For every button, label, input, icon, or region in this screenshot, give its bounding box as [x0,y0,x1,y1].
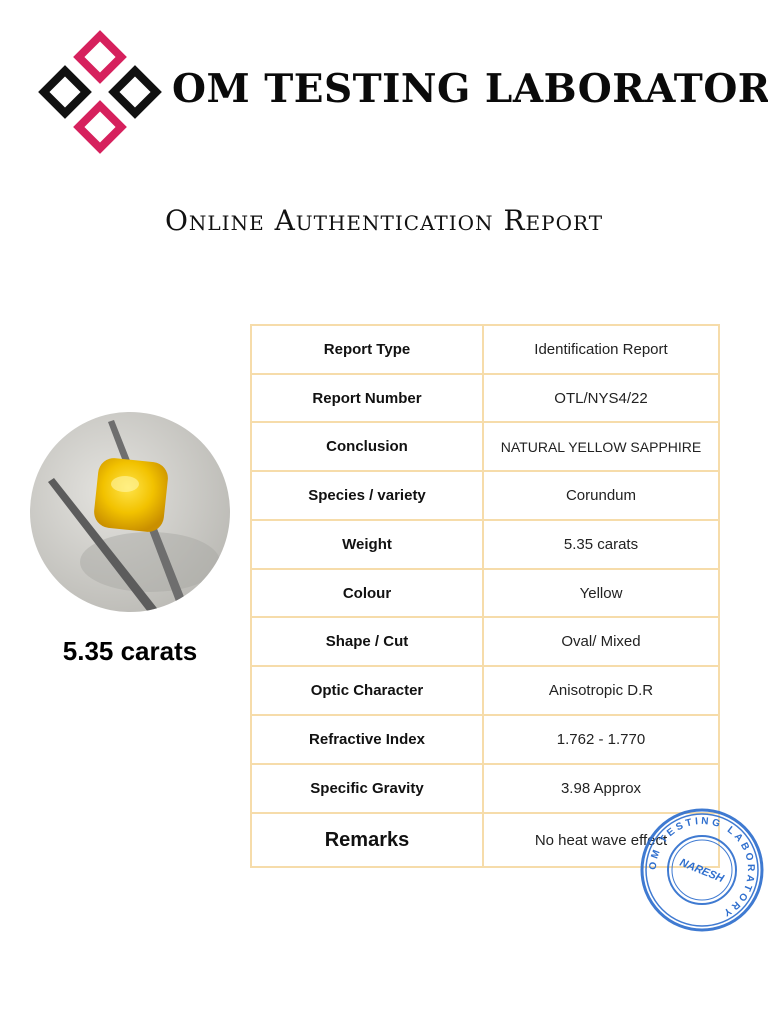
row-value: Identification Report [482,324,720,375]
report-table: Report Type Identification Report Report… [250,324,720,868]
row-label: Colour [250,568,484,618]
row-value: 3.98 Approx [482,763,720,814]
table-row: Species / variety Corundum [250,470,720,521]
table-row: Report Number OTL/NYS4/22 [250,373,720,423]
table-row: Refractive Index 1.762 - 1.770 [250,714,720,765]
table-row: Report Type Identification Report [250,324,720,375]
row-value: OTL/NYS4/22 [482,373,720,423]
row-value: Yellow [482,568,720,618]
row-label: Report Type [250,324,484,375]
logo-diamond-top [73,30,127,84]
logo-diamond-left [38,65,92,119]
row-value: NATURAL YELLOW SAPPHIRE [482,421,720,472]
table-row: Conclusion NATURAL YELLOW SAPPHIRE [250,421,720,472]
weight-caption: 5.35 carats [62,636,198,666]
row-label: Remarks [250,812,484,868]
row-value: Anisotropic D.R [482,665,720,716]
report-title: Online Authentication Report [164,204,604,237]
gem-photo [30,412,230,612]
table-row: Weight 5.35 carats [250,519,720,570]
logo-diamond-bottom [73,100,127,154]
row-value: Oval/ Mixed [482,616,720,667]
row-value: Corundum [482,470,720,521]
table-row: Optic Character Anisotropic D.R [250,665,720,716]
row-label: Weight [250,519,484,570]
table-row: Colour Yellow [250,568,720,618]
logo-diamond-right [108,65,162,119]
row-label: Report Number [250,373,484,423]
lab-logo [38,30,162,154]
lab-stamp: OM TESTING LABORATORY NARESH [640,808,764,932]
stamp-signature: NARESH [678,857,727,886]
row-value: 5.35 carats [482,519,720,570]
gem-stone [94,458,168,532]
row-value: 1.762 - 1.770 [482,714,720,765]
table-row: Specific Gravity 3.98 Approx [250,763,720,814]
row-label: Specific Gravity [250,763,484,814]
table-row: Shape / Cut Oval/ Mixed [250,616,720,667]
lab-name: OM TESTING LABORATORY [172,66,768,112]
row-label: Species / variety [250,470,484,521]
row-label: Refractive Index [250,714,484,765]
row-label: Shape / Cut [250,616,484,667]
row-label: Optic Character [250,665,484,716]
row-label: Conclusion [250,421,484,472]
